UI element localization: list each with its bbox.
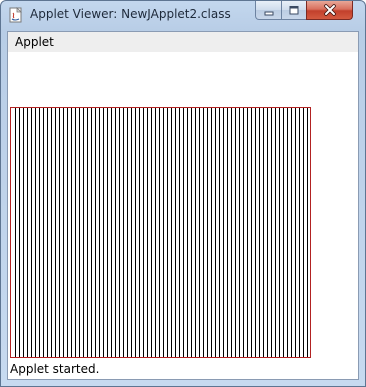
close-button[interactable] [306,1,353,20]
status-text: Applet started. [10,362,100,376]
applet-drawing [10,107,311,358]
minimize-icon [263,1,275,20]
applet-viewer-window: Applet Viewer: NewJApplet2.class Applet … [0,0,366,387]
applet-canvas[interactable] [8,52,358,360]
menu-bar: Applet [8,32,358,53]
java-applet-icon[interactable] [9,7,23,23]
window-title: Applet Viewer: NewJApplet2.class [30,7,231,21]
close-icon [323,1,337,20]
applet-viewer-client-area: Applet Applet started. [7,31,359,380]
maximize-icon [288,1,300,20]
minimize-button[interactable] [255,1,282,20]
maximize-button[interactable] [281,1,307,20]
menu-applet[interactable]: Applet [15,35,54,49]
title-bar[interactable]: Applet Viewer: NewJApplet2.class [1,1,365,31]
